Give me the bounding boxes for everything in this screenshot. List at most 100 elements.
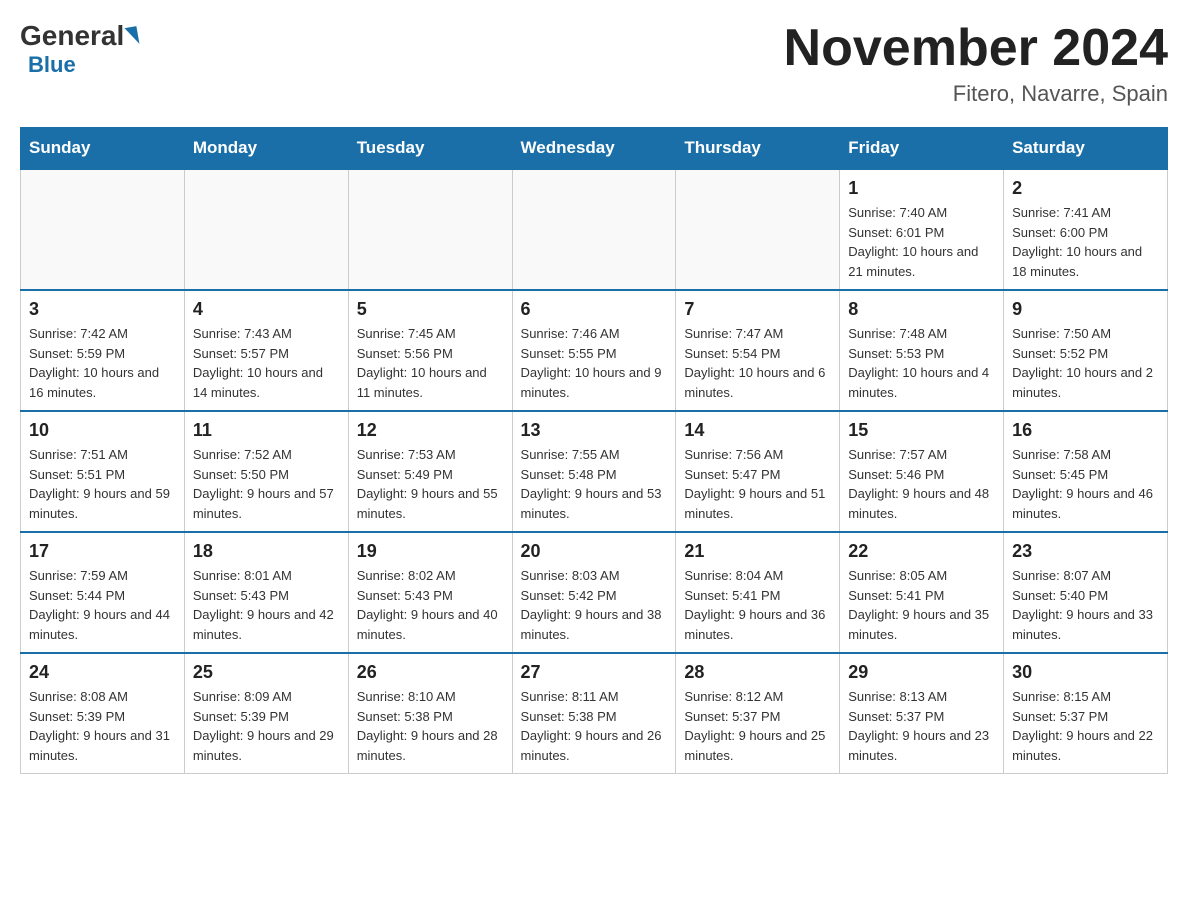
day-number: 12 (357, 420, 504, 441)
day-info: Sunrise: 8:03 AMSunset: 5:42 PMDaylight:… (521, 566, 668, 644)
calendar-title: November 2024 (784, 20, 1168, 77)
calendar-cell: 8 Sunrise: 7:48 AMSunset: 5:53 PMDaylight… (840, 290, 1004, 411)
calendar-cell (184, 169, 348, 290)
day-info: Sunrise: 8:07 AMSunset: 5:40 PMDaylight:… (1012, 566, 1159, 644)
calendar-cell: 10Sunrise: 7:51 AMSunset: 5:51 PMDayligh… (21, 411, 185, 532)
week-row: 1 Sunrise: 7:40 AMSunset: 6:01 PMDaylight… (21, 169, 1168, 290)
day-info: Sunrise: 8:09 AMSunset: 5:39 PMDaylight:… (193, 687, 340, 765)
day-number: 26 (357, 662, 504, 683)
calendar-cell: 5 Sunrise: 7:45 AMSunset: 5:56 PMDaylight… (348, 290, 512, 411)
calendar-cell: 11Sunrise: 7:52 AMSunset: 5:50 PMDayligh… (184, 411, 348, 532)
day-number: 5 (357, 299, 504, 320)
day-info: Sunrise: 7:48 AMSunset: 5:53 PMDaylight:… (848, 324, 995, 402)
calendar-cell: 16Sunrise: 7:58 AMSunset: 5:45 PMDayligh… (1004, 411, 1168, 532)
day-of-week-header: Friday (840, 128, 1004, 170)
day-number: 8 (848, 299, 995, 320)
day-info: Sunrise: 8:08 AMSunset: 5:39 PMDaylight:… (29, 687, 176, 765)
day-info: Sunrise: 7:56 AMSunset: 5:47 PMDaylight:… (684, 445, 831, 523)
day-number: 10 (29, 420, 176, 441)
calendar-cell: 26 Sunrise: 8:10 AMSunset: 5:38 PMDayligh… (348, 653, 512, 774)
calendar-table: SundayMondayTuesdayWednesdayThursdayFrid… (20, 127, 1168, 774)
day-info: Sunrise: 7:41 AMSunset: 6:00 PMDaylight:… (1012, 203, 1159, 281)
calendar-cell: 28Sunrise: 8:12 AMSunset: 5:37 PMDayligh… (676, 653, 840, 774)
calendar-cell: 4 Sunrise: 7:43 AMSunset: 5:57 PMDaylight… (184, 290, 348, 411)
calendar-header: SundayMondayTuesdayWednesdayThursdayFrid… (21, 128, 1168, 170)
day-number: 23 (1012, 541, 1159, 562)
day-number: 20 (521, 541, 668, 562)
day-number: 19 (357, 541, 504, 562)
logo-blue-text: Blue (28, 52, 76, 78)
day-number: 17 (29, 541, 176, 562)
week-row: 10Sunrise: 7:51 AMSunset: 5:51 PMDayligh… (21, 411, 1168, 532)
day-number: 11 (193, 420, 340, 441)
calendar-cell: 15Sunrise: 7:57 AMSunset: 5:46 PMDayligh… (840, 411, 1004, 532)
day-number: 15 (848, 420, 995, 441)
day-info: Sunrise: 8:10 AMSunset: 5:38 PMDaylight:… (357, 687, 504, 765)
calendar-cell (348, 169, 512, 290)
day-of-week-header: Thursday (676, 128, 840, 170)
week-row: 3 Sunrise: 7:42 AMSunset: 5:59 PMDaylight… (21, 290, 1168, 411)
day-info: Sunrise: 8:15 AMSunset: 5:37 PMDaylight:… (1012, 687, 1159, 765)
day-info: Sunrise: 8:13 AMSunset: 5:37 PMDaylight:… (848, 687, 995, 765)
calendar-cell: 17 Sunrise: 7:59 AMSunset: 5:44 PMDayligh… (21, 532, 185, 653)
day-info: Sunrise: 8:02 AMSunset: 5:43 PMDaylight:… (357, 566, 504, 644)
week-row: 24 Sunrise: 8:08 AMSunset: 5:39 PMDayligh… (21, 653, 1168, 774)
day-info: Sunrise: 8:04 AMSunset: 5:41 PMDaylight:… (684, 566, 831, 644)
calendar-cell: 25Sunrise: 8:09 AMSunset: 5:39 PMDayligh… (184, 653, 348, 774)
day-number: 21 (684, 541, 831, 562)
day-info: Sunrise: 7:55 AMSunset: 5:48 PMDaylight:… (521, 445, 668, 523)
calendar-cell (676, 169, 840, 290)
day-of-week-header: Monday (184, 128, 348, 170)
calendar-cell: 24 Sunrise: 8:08 AMSunset: 5:39 PMDayligh… (21, 653, 185, 774)
day-info: Sunrise: 8:01 AMSunset: 5:43 PMDaylight:… (193, 566, 340, 644)
logo: General Blue (20, 20, 138, 78)
calendar-cell: 1 Sunrise: 7:40 AMSunset: 6:01 PMDaylight… (840, 169, 1004, 290)
calendar-cell: 21 Sunrise: 8:04 AMSunset: 5:41 PMDayligh… (676, 532, 840, 653)
calendar-cell: 2 Sunrise: 7:41 AMSunset: 6:00 PMDaylight… (1004, 169, 1168, 290)
day-info: Sunrise: 7:45 AMSunset: 5:56 PMDaylight:… (357, 324, 504, 402)
day-number: 1 (848, 178, 995, 199)
day-info: Sunrise: 7:40 AMSunset: 6:01 PMDaylight:… (848, 203, 995, 281)
day-number: 13 (521, 420, 668, 441)
day-number: 4 (193, 299, 340, 320)
calendar-cell: 18 Sunrise: 8:01 AMSunset: 5:43 PMDayligh… (184, 532, 348, 653)
day-of-week-header: Tuesday (348, 128, 512, 170)
day-of-week-header: Wednesday (512, 128, 676, 170)
logo-arrow-icon (125, 26, 140, 46)
calendar-cell: 22 Sunrise: 8:05 AMSunset: 5:41 PMDayligh… (840, 532, 1004, 653)
day-number: 22 (848, 541, 995, 562)
day-of-week-header: Saturday (1004, 128, 1168, 170)
day-info: Sunrise: 7:43 AMSunset: 5:57 PMDaylight:… (193, 324, 340, 402)
calendar-cell: 30 Sunrise: 8:15 AMSunset: 5:37 PMDayligh… (1004, 653, 1168, 774)
day-number: 18 (193, 541, 340, 562)
day-info: Sunrise: 7:47 AMSunset: 5:54 PMDaylight:… (684, 324, 831, 402)
calendar-cell: 23 Sunrise: 8:07 AMSunset: 5:40 PMDayligh… (1004, 532, 1168, 653)
logo-general-text: General (20, 20, 124, 52)
calendar-cell: 20 Sunrise: 8:03 AMSunset: 5:42 PMDayligh… (512, 532, 676, 653)
calendar-cell: 7Sunrise: 7:47 AMSunset: 5:54 PMDaylight… (676, 290, 840, 411)
calendar-cell (512, 169, 676, 290)
days-of-week-row: SundayMondayTuesdayWednesdayThursdayFrid… (21, 128, 1168, 170)
day-info: Sunrise: 8:05 AMSunset: 5:41 PMDaylight:… (848, 566, 995, 644)
calendar-cell: 12 Sunrise: 7:53 AMSunset: 5:49 PMDayligh… (348, 411, 512, 532)
day-number: 30 (1012, 662, 1159, 683)
day-info: Sunrise: 7:50 AMSunset: 5:52 PMDaylight:… (1012, 324, 1159, 402)
calendar-cell: 6Sunrise: 7:46 AMSunset: 5:55 PMDaylight… (512, 290, 676, 411)
week-row: 17 Sunrise: 7:59 AMSunset: 5:44 PMDayligh… (21, 532, 1168, 653)
day-info: Sunrise: 7:42 AMSunset: 5:59 PMDaylight:… (29, 324, 176, 402)
calendar-cell: 9 Sunrise: 7:50 AMSunset: 5:52 PMDaylight… (1004, 290, 1168, 411)
calendar-cell: 3 Sunrise: 7:42 AMSunset: 5:59 PMDaylight… (21, 290, 185, 411)
calendar-cell: 29Sunrise: 8:13 AMSunset: 5:37 PMDayligh… (840, 653, 1004, 774)
calendar-cell: 14Sunrise: 7:56 AMSunset: 5:47 PMDayligh… (676, 411, 840, 532)
day-number: 9 (1012, 299, 1159, 320)
day-number: 28 (684, 662, 831, 683)
day-info: Sunrise: 7:59 AMSunset: 5:44 PMDaylight:… (29, 566, 176, 644)
calendar-cell: 27Sunrise: 8:11 AMSunset: 5:38 PMDayligh… (512, 653, 676, 774)
day-number: 3 (29, 299, 176, 320)
day-number: 2 (1012, 178, 1159, 199)
day-info: Sunrise: 7:46 AMSunset: 5:55 PMDaylight:… (521, 324, 668, 402)
calendar-subtitle: Fitero, Navarre, Spain (784, 81, 1168, 107)
day-number: 24 (29, 662, 176, 683)
day-info: Sunrise: 7:53 AMSunset: 5:49 PMDaylight:… (357, 445, 504, 523)
calendar-cell: 19 Sunrise: 8:02 AMSunset: 5:43 PMDayligh… (348, 532, 512, 653)
